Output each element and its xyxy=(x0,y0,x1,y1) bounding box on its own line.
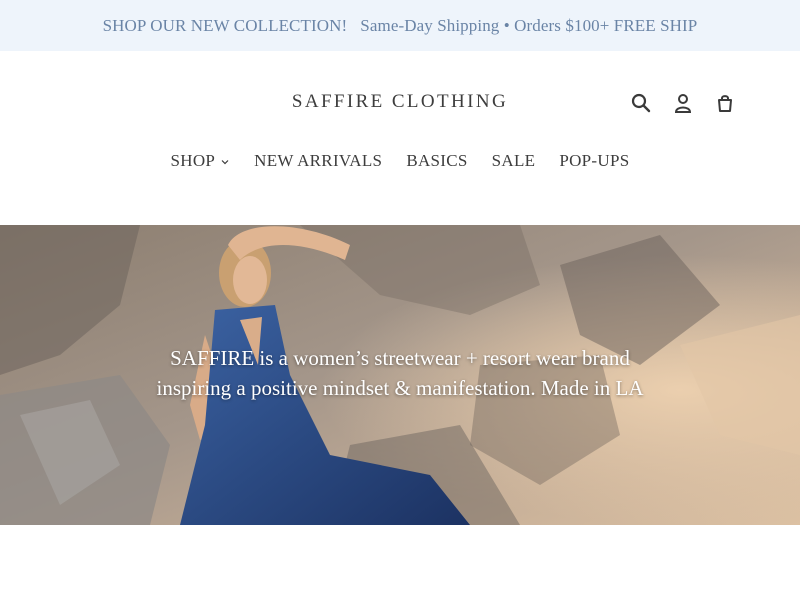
nav-item-new-arrivals[interactable]: NEW ARRIVALS xyxy=(254,151,382,171)
announcement-link[interactable]: SHOP OUR NEW COLLECTION! Same-Day Shippi… xyxy=(103,16,698,36)
logo-link[interactable]: SAFFIRE CLOTHING xyxy=(292,91,508,112)
chevron-down-icon xyxy=(221,160,229,165)
main-nav: SHOP NEW ARRIVALS BASICS SALE POP-UPS xyxy=(0,151,800,171)
nav-item-label: NEW ARRIVALS xyxy=(254,151,383,170)
nav-item-sale[interactable]: SALE xyxy=(492,151,536,171)
announcement-bar: SHOP OUR NEW COLLECTION! Same-Day Shippi… xyxy=(0,0,800,51)
hero-banner[interactable]: SAFFIRE is a women’s streetwear + resort… xyxy=(0,225,800,525)
header-icons xyxy=(630,91,736,115)
search-icon[interactable] xyxy=(630,91,652,115)
account-icon[interactable] xyxy=(672,91,694,115)
hero-tagline: SAFFIRE is a women’s streetwear + resort… xyxy=(0,343,800,403)
nav-item-label: POP-UPS xyxy=(559,151,630,170)
nav-item-shop[interactable]: SHOP xyxy=(171,151,231,171)
cart-icon[interactable] xyxy=(714,91,736,115)
nav-item-label: BASICS xyxy=(406,151,468,170)
site-header: SAFFIRE CLOTHING SHOP NEW ARRIVALS BASIC… xyxy=(0,51,800,225)
nav-item-pop-ups[interactable]: POP-UPS xyxy=(559,151,629,171)
nav-item-label: SALE xyxy=(491,151,536,170)
nav-item-basics[interactable]: BASICS xyxy=(406,151,467,171)
hero-tagline-line2: inspiring a positive mindset & manifesta… xyxy=(156,376,644,400)
hero-tagline-line1: SAFFIRE is a women’s streetwear + resort… xyxy=(170,346,630,370)
nav-item-label: SHOP xyxy=(170,151,216,170)
